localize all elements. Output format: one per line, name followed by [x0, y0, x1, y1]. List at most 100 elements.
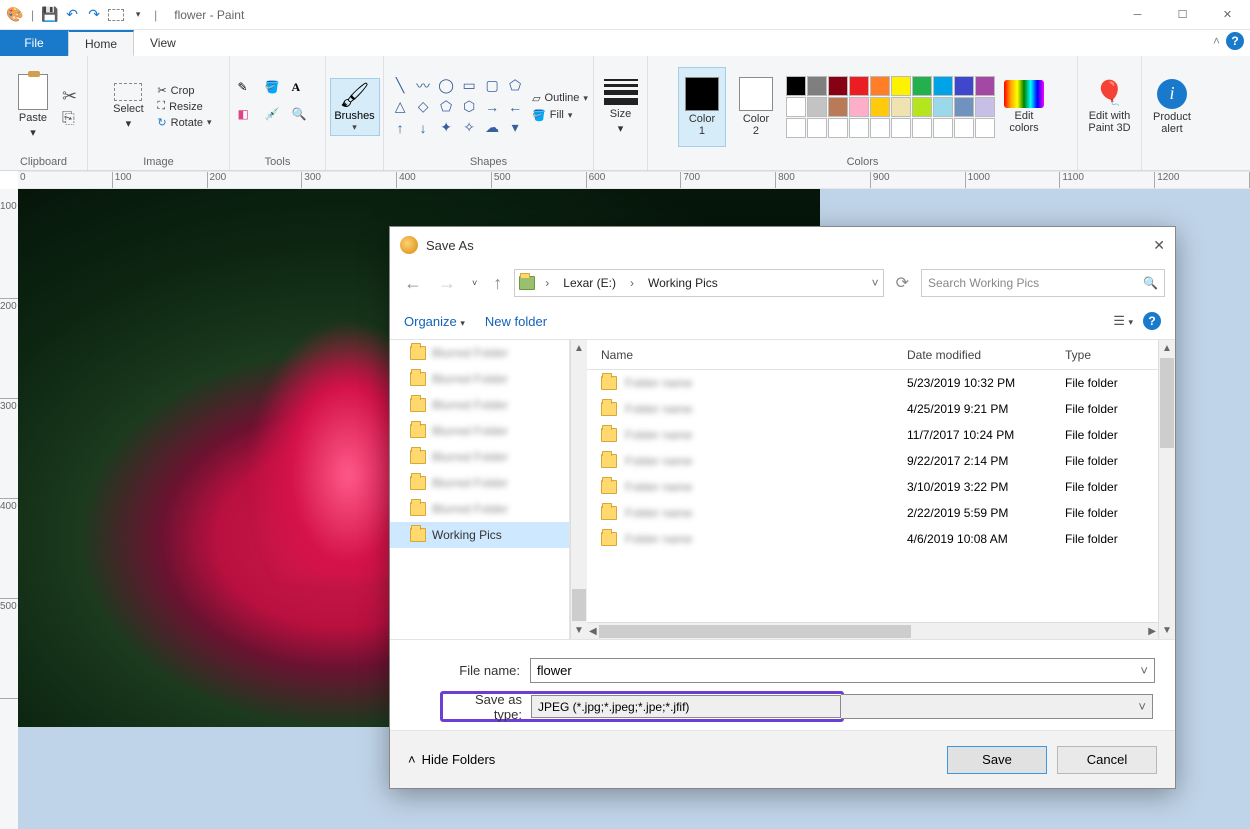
- brushes-button[interactable]: 🖌 Brushes ▾: [330, 78, 380, 136]
- color-swatch[interactable]: [933, 118, 953, 138]
- hide-folders-button[interactable]: ˄ Hide Folders: [408, 752, 495, 767]
- color-swatch[interactable]: [954, 76, 974, 96]
- picker-icon[interactable]: 💉: [265, 107, 291, 133]
- list-item[interactable]: Folder name2/22/2019 5:59 PMFile folder: [587, 500, 1158, 526]
- back-icon[interactable]: ←: [400, 271, 426, 296]
- paste-button[interactable]: Paste ▾: [10, 67, 56, 147]
- color-swatch[interactable]: [975, 118, 995, 138]
- minimize-button[interactable]: ─: [1115, 0, 1160, 30]
- edit-colors-button[interactable]: Edit colors: [1001, 67, 1047, 147]
- color-swatch[interactable]: [891, 97, 911, 117]
- search-input[interactable]: Search Working Pics 🔍: [921, 269, 1165, 297]
- collapse-ribbon-icon[interactable]: ˄: [1213, 34, 1220, 48]
- save-icon[interactable]: 💾: [41, 6, 59, 24]
- view-button[interactable]: ☰ ▾: [1113, 313, 1133, 329]
- chevron-down-icon[interactable]: ˅: [1140, 663, 1148, 678]
- list-item[interactable]: Folder name4/6/2019 10:08 AMFile folder: [587, 526, 1158, 552]
- color-swatch[interactable]: [786, 97, 806, 117]
- qat-customize-icon[interactable]: ▾: [129, 6, 147, 24]
- dialog-close-icon[interactable]: ✕: [1153, 237, 1165, 254]
- cut-icon[interactable]: ✂: [62, 86, 77, 107]
- color-swatch[interactable]: [807, 97, 827, 117]
- list-scrollbar[interactable]: ▲▼: [1158, 340, 1175, 639]
- color2-button[interactable]: Color 2: [732, 67, 780, 147]
- tree-item-selected[interactable]: Working Pics: [390, 522, 569, 548]
- pencil-icon[interactable]: ✎: [238, 80, 264, 106]
- list-item[interactable]: Folder name9/22/2017 2:14 PMFile folder: [587, 448, 1158, 474]
- product-alert-button[interactable]: i Product alert: [1149, 67, 1195, 147]
- color-swatch[interactable]: [954, 97, 974, 117]
- list-item[interactable]: Folder name3/10/2019 3:22 PMFile folder: [587, 474, 1158, 500]
- color-swatch[interactable]: [912, 97, 932, 117]
- list-item[interactable]: Folder name5/23/2019 10:32 PMFile folder: [587, 370, 1158, 396]
- address-bar[interactable]: › Lexar (E:) › Working Pics ˅: [514, 269, 883, 297]
- color-swatch[interactable]: [954, 118, 974, 138]
- eraser-icon[interactable]: ◧: [238, 107, 264, 133]
- organize-button[interactable]: Organize ▾: [404, 314, 465, 329]
- color-swatch[interactable]: [807, 118, 827, 138]
- save-as-type-select[interactable]: JPEG (*.jpg;*.jpeg;*.jpe;*.jfif): [531, 695, 841, 718]
- color-swatch[interactable]: [912, 76, 932, 96]
- color-swatch[interactable]: [807, 76, 827, 96]
- color-swatch[interactable]: [975, 76, 995, 96]
- color-swatch[interactable]: [870, 118, 890, 138]
- color-swatch[interactable]: [912, 118, 932, 138]
- size-button[interactable]: Size ▾: [598, 67, 644, 147]
- recent-locations-icon[interactable]: ˅: [468, 276, 481, 290]
- redo-icon[interactable]: ↷: [85, 6, 103, 24]
- list-item[interactable]: Folder name4/25/2019 9:21 PMFile folder: [587, 396, 1158, 422]
- tree-scrollbar[interactable]: ▲▼: [570, 340, 587, 639]
- list-header[interactable]: Name Date modified Type: [587, 340, 1158, 370]
- save-as-type-extra[interactable]: ˅: [841, 694, 1153, 719]
- qat-selection-icon[interactable]: [107, 6, 125, 24]
- undo-icon[interactable]: ↶: [63, 6, 81, 24]
- crop-button[interactable]: ✂Crop: [157, 84, 211, 97]
- crop-icon: ✂: [157, 84, 166, 97]
- color-swatch[interactable]: [786, 76, 806, 96]
- color-swatch[interactable]: [933, 97, 953, 117]
- close-button[interactable]: ✕: [1205, 0, 1250, 30]
- color-swatch[interactable]: [849, 118, 869, 138]
- zoom-icon[interactable]: 🔍: [292, 107, 318, 133]
- refresh-icon[interactable]: ⟳: [892, 271, 913, 295]
- resize-button[interactable]: ⛶Resize: [157, 100, 211, 113]
- color-swatch[interactable]: [975, 97, 995, 117]
- bucket-icon[interactable]: 🪣: [265, 80, 291, 106]
- color-swatch[interactable]: [828, 118, 848, 138]
- color-swatch[interactable]: [870, 97, 890, 117]
- color-swatch[interactable]: [828, 97, 848, 117]
- folder-tree[interactable]: Blurred FolderBlurred FolderBlurred Fold…: [390, 340, 570, 639]
- help-icon[interactable]: ?: [1226, 32, 1244, 50]
- shapes-gallery[interactable]: ╲〰◯▭▢⬠ △◇⬠⬡→← ↑↓✦✧☁▾: [389, 76, 526, 138]
- color-swatch[interactable]: [891, 118, 911, 138]
- color1-button[interactable]: Color 1: [678, 67, 726, 147]
- up-icon[interactable]: ↑: [489, 271, 506, 296]
- tab-file[interactable]: File: [0, 30, 68, 56]
- new-folder-button[interactable]: New folder: [485, 314, 547, 329]
- color-swatch[interactable]: [849, 76, 869, 96]
- paint3d-button[interactable]: 🎈 Edit with Paint 3D: [1087, 67, 1133, 147]
- rotate-button[interactable]: ↻Rotate ▾: [157, 116, 211, 129]
- color-swatch[interactable]: [828, 76, 848, 96]
- fill-button[interactable]: 🪣Fill ▾: [532, 109, 588, 122]
- forward-icon[interactable]: →: [434, 271, 460, 296]
- file-name-input[interactable]: flower ˅: [530, 658, 1155, 683]
- tab-home[interactable]: Home: [68, 30, 134, 56]
- tab-view[interactable]: View: [134, 30, 192, 56]
- outline-button[interactable]: ▱Outline ▾: [532, 92, 588, 105]
- maximize-button[interactable]: ☐: [1160, 0, 1205, 30]
- color-swatch[interactable]: [870, 76, 890, 96]
- color-swatch[interactable]: [891, 76, 911, 96]
- color-swatch[interactable]: [933, 76, 953, 96]
- cancel-button[interactable]: Cancel: [1057, 746, 1157, 774]
- color-swatch[interactable]: [849, 97, 869, 117]
- dialog-help-icon[interactable]: ?: [1143, 312, 1161, 330]
- text-icon[interactable]: A: [292, 80, 318, 106]
- color-swatch[interactable]: [786, 118, 806, 138]
- list-item[interactable]: Folder name11/7/2017 10:24 PMFile folder: [587, 422, 1158, 448]
- list-hscrollbar[interactable]: ◀▶: [587, 622, 1158, 639]
- save-button[interactable]: Save: [947, 746, 1047, 774]
- select-button[interactable]: Select ▾: [105, 67, 151, 147]
- copy-icon[interactable]: ⎘: [62, 110, 77, 128]
- save-as-type-label: Save as type:: [443, 692, 530, 722]
